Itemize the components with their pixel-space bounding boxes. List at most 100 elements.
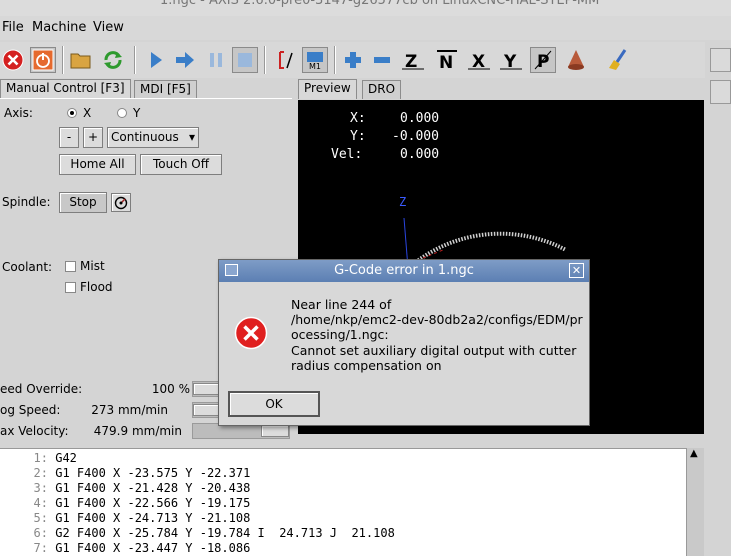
- chevron-down-icon: ▾: [188, 130, 195, 144]
- feed-override-knob[interactable]: [193, 383, 221, 395]
- zoom-out-icon: [374, 57, 390, 63]
- window-titlebar: 1.ngc - AXIS 2.6.0-pre0-3147-g26577cb on…: [0, 0, 731, 16]
- zoom-in-button[interactable]: [340, 47, 366, 73]
- flood-label: Flood: [80, 280, 113, 294]
- jog-plus-button[interactable]: +: [83, 127, 103, 148]
- view-z2-icon: N: [437, 50, 457, 71]
- stop-icon: [238, 53, 252, 67]
- axis-x-radio[interactable]: [67, 108, 77, 118]
- gcode-scrollbar[interactable]: ▲: [686, 448, 704, 556]
- reload-button[interactable]: [100, 47, 126, 73]
- pause-icon: [210, 53, 222, 67]
- spindle-direction-button[interactable]: [111, 193, 131, 212]
- dialog-title: G-Code error in 1.ngc: [334, 263, 474, 278]
- flood-checkbox[interactable]: [65, 282, 76, 293]
- menu-view[interactable]: View: [93, 20, 124, 35]
- run-button[interactable]: [143, 47, 169, 73]
- rotate-view-button[interactable]: [563, 47, 589, 73]
- touch-off-button[interactable]: Touch Off: [140, 154, 222, 175]
- jog-minus-button[interactable]: -: [59, 127, 79, 148]
- gcode-error-dialog: G-Code error in 1.ngc ✕ Near line 244 of…: [218, 259, 590, 426]
- max-velocity-value: 479.9 mm/min: [93, 424, 182, 438]
- axis-y-label: Y: [133, 106, 141, 120]
- max-velocity-knob[interactable]: [261, 425, 289, 437]
- gcode-line[interactable]: 4: G1 F400 X -22.566 Y -19.175: [0, 496, 251, 510]
- step-button[interactable]: [172, 47, 198, 73]
- estop-icon: [2, 49, 24, 71]
- jog-speed-value: 273 mm/min: [91, 403, 168, 417]
- estop-button[interactable]: [0, 47, 26, 73]
- view-y-button[interactable]: Y: [498, 47, 524, 73]
- max-velocity-label: ax Velocity:: [0, 424, 69, 438]
- tab-mdi[interactable]: MDI [F5]: [134, 80, 197, 99]
- gcode-line[interactable]: 3: G1 F400 X -21.428 Y -20.438: [0, 481, 251, 495]
- ok-button[interactable]: OK: [228, 391, 320, 417]
- optional-stop-button[interactable]: M1: [302, 47, 328, 73]
- view-z-icon: Z: [402, 52, 424, 71]
- power-icon: [32, 49, 54, 71]
- jog-speed-knob[interactable]: [193, 404, 221, 416]
- gcode-line[interactable]: 7: G1 F400 X -23.447 Y -18.086: [0, 541, 251, 555]
- error-icon: [234, 316, 268, 350]
- optional-stop-icon: M1: [307, 52, 323, 71]
- scroll-up-icon[interactable]: ▲: [690, 448, 698, 459]
- window-title: 1.ngc - AXIS 2.6.0-pre0-3147-g26577cb on…: [160, 0, 600, 8]
- svg-text:Y: Y: [503, 52, 517, 71]
- gcode-line[interactable]: 2: G1 F400 X -23.575 Y -22.371: [0, 466, 251, 480]
- pause-button[interactable]: [203, 47, 229, 73]
- svg-text:N: N: [439, 53, 453, 71]
- svg-text:M1: M1: [309, 62, 321, 71]
- right-strip: [705, 42, 731, 556]
- menu-bar: File Machine View: [0, 16, 731, 40]
- close-icon[interactable]: ✕: [569, 263, 584, 278]
- spindle-rotation-icon: [114, 196, 128, 210]
- stop-button[interactable]: [232, 47, 258, 73]
- home-all-button[interactable]: Home All: [59, 154, 136, 175]
- menu-machine[interactable]: Machine: [32, 20, 86, 35]
- play-icon: [151, 52, 162, 68]
- menu-file[interactable]: File: [2, 20, 24, 35]
- toolbar: M1 Z N X Y P: [0, 42, 705, 78]
- spindle-stop-button[interactable]: Stop: [59, 192, 107, 213]
- gcode-line[interactable]: 1: G42: [0, 451, 77, 465]
- view-p-icon: P: [534, 50, 552, 71]
- feed-override-value: 100 %: [151, 382, 190, 396]
- view-z2-button[interactable]: N: [434, 47, 460, 73]
- side-button-1[interactable]: [710, 48, 731, 72]
- reload-icon: [104, 51, 122, 69]
- machine-power-button[interactable]: [30, 47, 56, 73]
- gcode-listing[interactable]: 1: G42 2: G1 F400 X -23.575 Y -22.371 3:…: [0, 448, 686, 556]
- svg-text:X: X: [472, 52, 485, 71]
- side-button-2[interactable]: [710, 80, 731, 104]
- block-delete-button[interactable]: [272, 47, 298, 73]
- block-delete-icon: [279, 51, 293, 69]
- tab-preview[interactable]: Preview: [298, 79, 357, 99]
- zoom-in-icon: [345, 52, 361, 68]
- jog-mode-value: Continuous: [111, 130, 179, 144]
- zoom-out-button[interactable]: [369, 47, 395, 73]
- tab-manual-control[interactable]: Manual Control [F3]: [0, 79, 131, 99]
- tab-dro[interactable]: DRO: [362, 80, 402, 99]
- clear-live-plot-button[interactable]: [606, 47, 632, 73]
- axis-y-radio[interactable]: [117, 108, 127, 118]
- view-p-button[interactable]: P: [530, 47, 556, 73]
- gcode-line[interactable]: 6: G2 F400 X -25.784 Y -19.784 I 24.713 …: [0, 526, 395, 540]
- open-file-button[interactable]: [68, 47, 94, 73]
- spindle-label: Spindle:: [2, 195, 51, 209]
- gcode-line[interactable]: 5: G1 F400 X -24.713 Y -21.108: [0, 511, 251, 525]
- error-message: Near line 244 of /home/nkp/emc2-dev-80db…: [291, 297, 583, 373]
- feed-override-label: eed Override:: [0, 382, 83, 396]
- broom-icon: [609, 49, 627, 70]
- axis-x-label: X: [83, 106, 92, 120]
- jog-speed-label: og Speed:: [0, 403, 61, 417]
- coolant-label: Coolant:: [2, 260, 53, 274]
- dialog-titlebar[interactable]: G-Code error in 1.ngc ✕: [219, 260, 589, 282]
- svg-text:Z: Z: [405, 52, 417, 71]
- cone-icon: [568, 50, 584, 70]
- view-x-icon: X: [468, 52, 490, 71]
- axis-label: Axis:: [4, 106, 33, 120]
- view-z-button[interactable]: Z: [400, 47, 426, 73]
- mist-checkbox[interactable]: [65, 261, 76, 272]
- jog-mode-select[interactable]: Continuous ▾: [107, 127, 199, 148]
- view-x-button[interactable]: X: [466, 47, 492, 73]
